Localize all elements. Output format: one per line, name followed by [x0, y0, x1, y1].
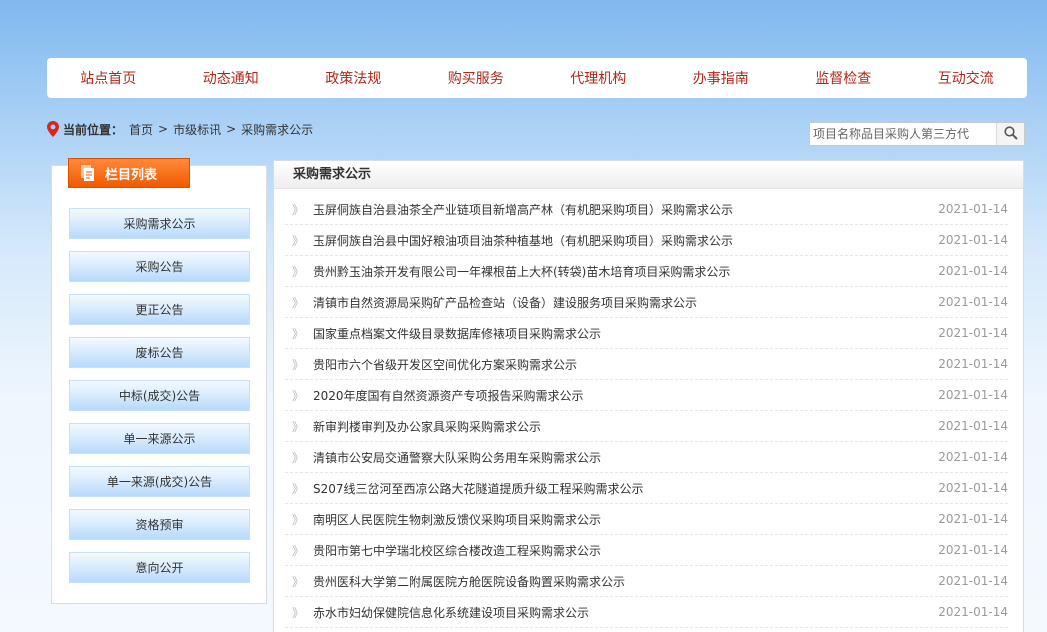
- double-chevron-right-icon: 》: [292, 543, 305, 558]
- notice-list: 》 玉屏侗族自治县油茶全产业链项目新增高产林（有机肥采购项目）采购需求公示 20…: [274, 194, 1023, 628]
- list-item[interactable]: 》 贵州医科大学第二附属医院方舱医院设备购置采购需求公示 2021-01-14: [285, 566, 1008, 597]
- list-item-date: 2021-01-14: [938, 450, 1008, 464]
- double-chevron-right-icon: 》: [292, 419, 305, 434]
- sidebar-item-award-notice[interactable]: 中标(成交)公告: [69, 380, 250, 411]
- list-item[interactable]: 》 赤水市妇幼保健院信息化系统建设项目采购需求公示 2021-01-14: [285, 597, 1008, 628]
- list-item-date: 2021-01-14: [938, 326, 1008, 340]
- breadcrumb-city-bids[interactable]: 市级标讯: [173, 121, 221, 138]
- double-chevron-right-icon: 》: [292, 512, 305, 527]
- search-button[interactable]: [996, 123, 1024, 145]
- search-input[interactable]: [810, 123, 996, 145]
- list-item-date: 2021-01-14: [938, 543, 1008, 557]
- list-item-date: 2021-01-14: [938, 512, 1008, 526]
- sidebar-item-abandoned-bid[interactable]: 废标公告: [69, 337, 250, 368]
- double-chevron-right-icon: 》: [292, 264, 305, 279]
- list-item-title[interactable]: 2020年度国有自然资源资产专项报告采购需求公示: [313, 387, 930, 404]
- sidebar-item-correction-notice[interactable]: 更正公告: [69, 294, 250, 325]
- notice-list-panel: 采购需求公示 》 玉屏侗族自治县油茶全产业链项目新增高产林（有机肥采购项目）采购…: [273, 160, 1024, 632]
- breadcrumb-current[interactable]: 采购需求公示: [241, 121, 313, 138]
- list-item[interactable]: 》 清镇市公安局交通警察大队采购公务用车采购需求公示 2021-01-14: [285, 442, 1008, 473]
- list-item[interactable]: 》 玉屏侗族自治县油茶全产业链项目新增高产林（有机肥采购项目）采购需求公示 20…: [285, 194, 1008, 225]
- list-item-title[interactable]: 赤水市妇幼保健院信息化系统建设项目采购需求公示: [313, 604, 930, 621]
- list-item-title[interactable]: 贵阳市六个省级开发区空间优化方案采购需求公示: [313, 356, 930, 373]
- magnifier-icon: [1003, 125, 1018, 143]
- list-item-title[interactable]: S207线三岔河至西凉公路大花隧道提质升级工程采购需求公示: [313, 480, 930, 497]
- list-item-date: 2021-01-14: [938, 202, 1008, 216]
- top-nav: 站点首页 动态通知 政策法规 购买服务 代理机构 办事指南 监督检查 互动交流: [47, 58, 1027, 98]
- page-title: 采购需求公示: [274, 161, 1023, 189]
- list-item-date: 2021-01-14: [938, 419, 1008, 433]
- list-item-date: 2021-01-14: [938, 295, 1008, 309]
- list-item[interactable]: 》 玉屏侗族自治县中国好粮油项目油茶种植基地（有机肥采购项目）采购需求公示 20…: [285, 225, 1008, 256]
- breadcrumb-home[interactable]: 首页: [129, 121, 153, 138]
- sidebar-header-label: 栏目列表: [105, 167, 158, 183]
- nav-item-interaction[interactable]: 互动交流: [905, 68, 1026, 88]
- double-chevron-right-icon: 》: [292, 574, 305, 589]
- list-item-date: 2021-01-14: [938, 605, 1008, 619]
- breadcrumb-label: 当前位置：: [63, 122, 124, 137]
- list-item[interactable]: 》 S207线三岔河至西凉公路大花隧道提质升级工程采购需求公示 2021-01-…: [285, 473, 1008, 504]
- list-item-date: 2021-01-14: [938, 264, 1008, 278]
- sidebar-item-single-source[interactable]: 单一来源公示: [69, 423, 250, 454]
- double-chevron-right-icon: 》: [292, 481, 305, 496]
- sidebar-item-procurement-demand[interactable]: 采购需求公示: [69, 208, 250, 239]
- list-item[interactable]: 》 贵阳市六个省级开发区空间优化方案采购需求公示 2021-01-14: [285, 349, 1008, 380]
- double-chevron-right-icon: 》: [292, 233, 305, 248]
- sidebar-header: 栏目列表: [68, 158, 190, 188]
- breadcrumb: 当前位置： 首页 > 市级标讯 > 采购需求公示: [47, 120, 313, 138]
- list-item-title[interactable]: 玉屏侗族自治县中国好粮油项目油茶种植基地（有机肥采购项目）采购需求公示: [313, 232, 930, 249]
- list-item-date: 2021-01-14: [938, 574, 1008, 588]
- nav-item-supervision[interactable]: 监督检查: [783, 68, 904, 88]
- sidebar-item-procurement-notice[interactable]: 采购公告: [69, 251, 250, 282]
- sidebar-item-single-source-award[interactable]: 单一来源(成交)公告: [69, 466, 250, 497]
- nav-item-purchase-service[interactable]: 购买服务: [415, 68, 536, 88]
- map-pin-icon: [47, 121, 59, 137]
- nav-item-policy[interactable]: 政策法规: [293, 68, 414, 88]
- list-item-title[interactable]: 玉屏侗族自治县油茶全产业链项目新增高产林（有机肥采购项目）采购需求公示: [313, 201, 930, 218]
- breadcrumb-separator: >: [158, 122, 169, 136]
- list-item[interactable]: 》 贵阳市第七中学瑞北校区综合楼改造工程采购需求公示 2021-01-14: [285, 535, 1008, 566]
- double-chevron-right-icon: 》: [292, 295, 305, 310]
- list-item[interactable]: 》 南明区人民医院生物刺激反馈仪采购项目采购需求公示 2021-01-14: [285, 504, 1008, 535]
- sidebar: 栏目列表 采购需求公示 采购公告 更正公告 废标公告 中标(成交)公告 单一来源…: [51, 158, 267, 604]
- list-item-title[interactable]: 贵阳市第七中学瑞北校区综合楼改造工程采购需求公示: [313, 542, 930, 559]
- list-item-date: 2021-01-14: [938, 388, 1008, 402]
- list-item[interactable]: 》 新审判楼审判及办公家具采购采购需求公示 2021-01-14: [285, 411, 1008, 442]
- list-item-date: 2021-01-14: [938, 233, 1008, 247]
- nav-item-news[interactable]: 动态通知: [170, 68, 291, 88]
- sidebar-item-intent-disclosure[interactable]: 意向公开: [69, 552, 250, 583]
- double-chevron-right-icon: 》: [292, 388, 305, 403]
- list-item-title[interactable]: 新审判楼审判及办公家具采购采购需求公示: [313, 418, 930, 435]
- list-item-title[interactable]: 南明区人民医院生物刺激反馈仪采购项目采购需求公示: [313, 511, 930, 528]
- list-item-title[interactable]: 贵州黔玉油茶开发有限公司一年裸根苗上大杯(转袋)苗木培育项目采购需求公示: [313, 263, 930, 280]
- breadcrumb-separator: >: [226, 122, 237, 136]
- list-icon: [79, 164, 97, 182]
- double-chevron-right-icon: 》: [292, 326, 305, 341]
- list-item[interactable]: 》 2020年度国有自然资源资产专项报告采购需求公示 2021-01-14: [285, 380, 1008, 411]
- list-item[interactable]: 》 贵州黔玉油茶开发有限公司一年裸根苗上大杯(转袋)苗木培育项目采购需求公示 2…: [285, 256, 1008, 287]
- list-item-title[interactable]: 清镇市公安局交通警察大队采购公务用车采购需求公示: [313, 449, 930, 466]
- list-item[interactable]: 》 国家重点档案文件级目录数据库修裱项目采购需求公示 2021-01-14: [285, 318, 1008, 349]
- search-box: [809, 122, 1025, 146]
- sidebar-item-prequalification[interactable]: 资格预审: [69, 509, 250, 540]
- double-chevron-right-icon: 》: [292, 357, 305, 372]
- list-item-title[interactable]: 国家重点档案文件级目录数据库修裱项目采购需求公示: [313, 325, 930, 342]
- list-item-title[interactable]: 清镇市自然资源局采购矿产品检查站（设备）建设服务项目采购需求公示: [313, 294, 930, 311]
- nav-item-agencies[interactable]: 代理机构: [538, 68, 659, 88]
- list-item-date: 2021-01-14: [938, 357, 1008, 371]
- double-chevron-right-icon: 》: [292, 605, 305, 620]
- list-item-title[interactable]: 贵州医科大学第二附属医院方舱医院设备购置采购需求公示: [313, 573, 930, 590]
- list-item-date: 2021-01-14: [938, 481, 1008, 495]
- nav-item-home[interactable]: 站点首页: [48, 68, 169, 88]
- nav-item-guide[interactable]: 办事指南: [660, 68, 781, 88]
- double-chevron-right-icon: 》: [292, 450, 305, 465]
- double-chevron-right-icon: 》: [292, 202, 305, 217]
- list-item[interactable]: 》 清镇市自然资源局采购矿产品检查站（设备）建设服务项目采购需求公示 2021-…: [285, 287, 1008, 318]
